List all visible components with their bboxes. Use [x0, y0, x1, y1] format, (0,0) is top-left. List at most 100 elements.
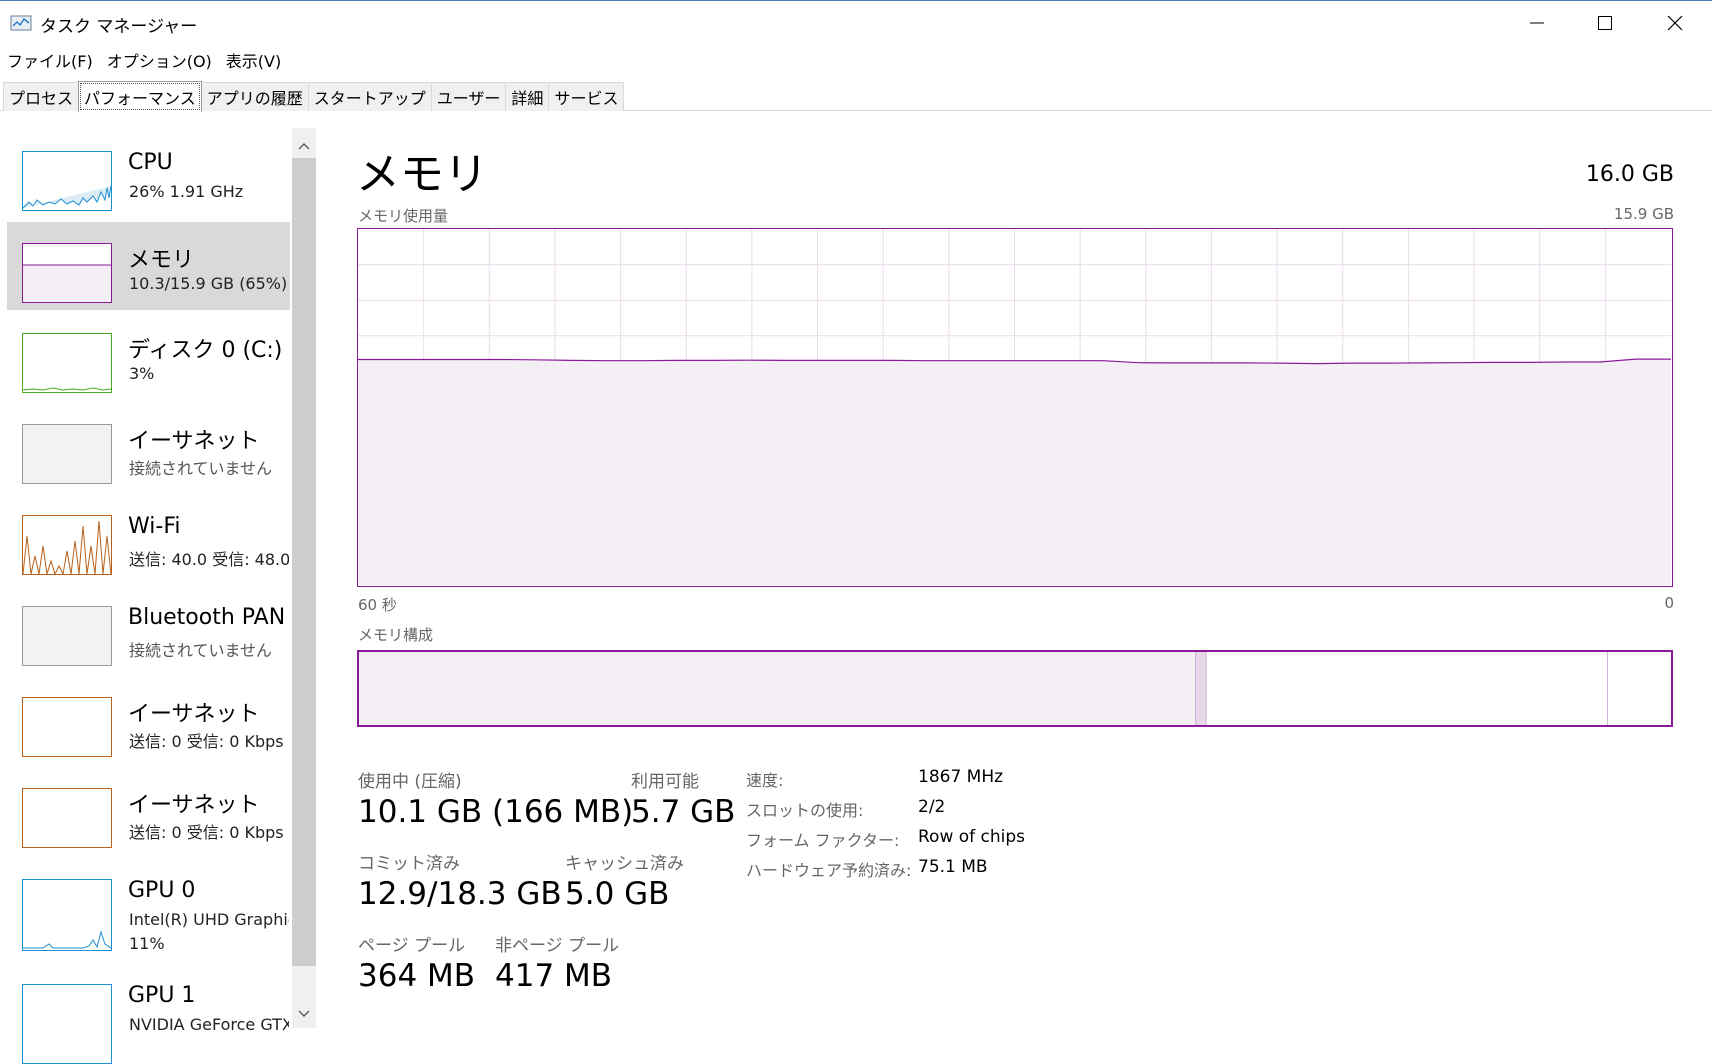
menu-bar: ファイル(F) オプション(O) 表示(V)	[0, 44, 1712, 76]
tab-performance[interactable]: パフォーマンス	[78, 81, 202, 112]
in-use-label: 使用中 (圧縮)	[358, 772, 462, 792]
sidebar-item-ethernet-2[interactable]: イーサネット 送信: 0 受信: 0 Kbps	[7, 676, 290, 764]
speed-key: 速度:	[746, 771, 784, 790]
disk-thumbnail	[22, 333, 112, 393]
committed-value: 12.9/18.3 GB	[358, 876, 562, 912]
tab-processes[interactable]: プロセス	[3, 82, 80, 111]
scroll-up-icon[interactable]	[292, 132, 316, 160]
cpu-thumbnail	[22, 151, 112, 211]
sidebar-item-disk[interactable]: ディスク 0 (C:) 3%	[7, 312, 290, 400]
sidebar-scroll-thumb[interactable]	[292, 158, 316, 966]
composition-segment	[359, 652, 1197, 725]
maximize-icon	[1598, 16, 1612, 30]
composition-label: メモリ構成	[358, 626, 434, 644]
title-bar: タスク マネージャー	[0, 0, 1712, 44]
sidebar-item-cpu[interactable]: CPU 26% 1.91 GHz	[7, 130, 290, 218]
sidebar-item-name: イーサネット	[128, 702, 260, 727]
sidebar-item-name: GPU 0	[128, 878, 196, 903]
in-use-value: 10.1 GB (166 MB)	[358, 794, 634, 830]
sidebar-item-detail: 10.3/15.9 GB (65%)	[129, 274, 288, 293]
menu-options[interactable]: オプション(O)	[107, 48, 212, 72]
form-factor-key: フォーム ファクター:	[746, 831, 900, 850]
gpu-sparkline	[23, 930, 111, 949]
paged-pool-label: ページ プール	[358, 936, 466, 956]
sidebar-item-percent: 11%	[129, 934, 165, 953]
usage-graph-max: 15.9 GB	[1613, 205, 1674, 223]
sidebar-item-detail: 送信: 0 受信: 0 Kbps	[129, 823, 284, 842]
memory-sparkline	[23, 264, 111, 302]
composition-segment	[1196, 652, 1207, 725]
sidebar-item-name: メモリ	[128, 248, 195, 273]
sidebar-item-name: ディスク 0 (C:)	[128, 338, 283, 363]
memory-composition-bar	[357, 650, 1673, 727]
page-title: メモリ	[356, 149, 488, 200]
sidebar-item-detail: 送信: 0 受信: 0 Kbps	[129, 732, 284, 751]
close-icon	[1667, 15, 1683, 31]
x-axis-right-label: 0	[1664, 594, 1674, 612]
sidebar-item-detail: NVIDIA GeForce GTX	[129, 1015, 289, 1034]
sidebar-item-name: CPU	[128, 150, 173, 175]
minimize-button[interactable]	[1502, 1, 1572, 45]
window-title: タスク マネージャー	[40, 17, 198, 37]
memory-usage-graph	[357, 228, 1673, 587]
sidebar-item-detail: 3%	[129, 364, 155, 383]
tab-users[interactable]: ユーザー	[430, 82, 507, 111]
available-value: 5.7 GB	[631, 794, 736, 830]
sidebar-item-wifi[interactable]: Wi-Fi 送信: 40.0 受信: 48.0	[7, 494, 290, 582]
ethernet-thumbnail	[22, 697, 112, 757]
sidebar-item-name: Bluetooth PAN	[128, 605, 286, 630]
sidebar-item-gpu-0[interactable]: GPU 0 Intel(R) UHD Graphics 11%	[7, 858, 290, 958]
cached-value: 5.0 GB	[565, 876, 670, 912]
nonpaged-pool-value: 417 MB	[495, 958, 613, 994]
sidebar-item-detail: 送信: 40.0 受信: 48.0	[129, 550, 289, 569]
tab-app-history[interactable]: アプリの履歴	[200, 82, 309, 111]
ethernet-thumbnail	[22, 424, 112, 484]
cpu-sparkline	[23, 185, 111, 209]
disk-sparkline	[23, 387, 111, 391]
wifi-sparkline	[23, 520, 111, 574]
sidebar-item-ethernet-3[interactable]: イーサネット 送信: 0 受信: 0 Kbps	[7, 767, 290, 855]
available-label: 利用可能	[631, 772, 699, 792]
sidebar-item-detail: 接続されていません	[129, 641, 273, 660]
tab-details[interactable]: 詳細	[505, 82, 550, 111]
sidebar-item-name: イーサネット	[128, 429, 260, 454]
tab-bar: プロセス パフォーマンス アプリの履歴 スタートアップ ユーザー 詳細 サービス	[0, 78, 1712, 112]
sidebar-item-detail: 接続されていません	[129, 459, 273, 478]
sidebar-item-ethernet-1[interactable]: イーサネット 接続されていません	[7, 403, 290, 491]
hardware-reserved-key: ハードウェア予約済み:	[746, 861, 912, 880]
sidebar-item-detail: 26% 1.91 GHz	[129, 182, 244, 201]
maximize-button[interactable]	[1570, 1, 1640, 45]
menu-file[interactable]: ファイル(F)	[7, 48, 93, 72]
sidebar-item-name: Wi-Fi	[128, 514, 181, 539]
sidebar-item-name: イーサネット	[128, 793, 260, 818]
speed-value: 1867 MHz	[918, 767, 1004, 787]
slots-value: 2/2	[918, 797, 946, 817]
cached-label: キャッシュ済み	[565, 854, 684, 874]
chevron-down-icon	[298, 1010, 310, 1018]
memory-usage-chart	[358, 229, 1671, 585]
hardware-reserved-value: 75.1 MB	[918, 857, 988, 877]
sidebar-item-name: GPU 1	[128, 983, 196, 1008]
minimize-icon	[1530, 22, 1544, 24]
form-factor-value: Row of chips	[918, 827, 1026, 847]
task-manager-icon	[10, 15, 32, 31]
menu-view[interactable]: 表示(V)	[226, 48, 281, 72]
total-memory: 16.0 GB	[1585, 162, 1674, 187]
sidebar-item-memory[interactable]: メモリ 10.3/15.9 GB (65%)	[7, 222, 290, 310]
close-button[interactable]	[1640, 1, 1710, 45]
slots-key: スロットの使用:	[746, 801, 864, 820]
sidebar-item-bluetooth[interactable]: Bluetooth PAN 接続されていません	[7, 585, 290, 673]
tab-startup[interactable]: スタートアップ	[307, 82, 432, 111]
composition-segment	[1608, 652, 1671, 725]
usage-graph-label: メモリ使用量	[358, 207, 449, 225]
tab-services[interactable]: サービス	[548, 82, 625, 111]
gpu-thumbnail	[22, 984, 112, 1064]
composition-segment	[1206, 652, 1609, 725]
scroll-down-icon[interactable]	[292, 1000, 316, 1028]
composition-chart	[359, 652, 1671, 725]
chevron-up-icon	[298, 142, 310, 150]
sidebar-item-gpu-1[interactable]: GPU 1 NVIDIA GeForce GTX	[7, 963, 290, 1064]
gpu-thumbnail	[22, 879, 112, 951]
resource-sidebar: CPU 26% 1.91 GHz メモリ 10.3/15.9 GB (65%) …	[0, 112, 318, 1064]
committed-label: コミット済み	[358, 854, 460, 874]
